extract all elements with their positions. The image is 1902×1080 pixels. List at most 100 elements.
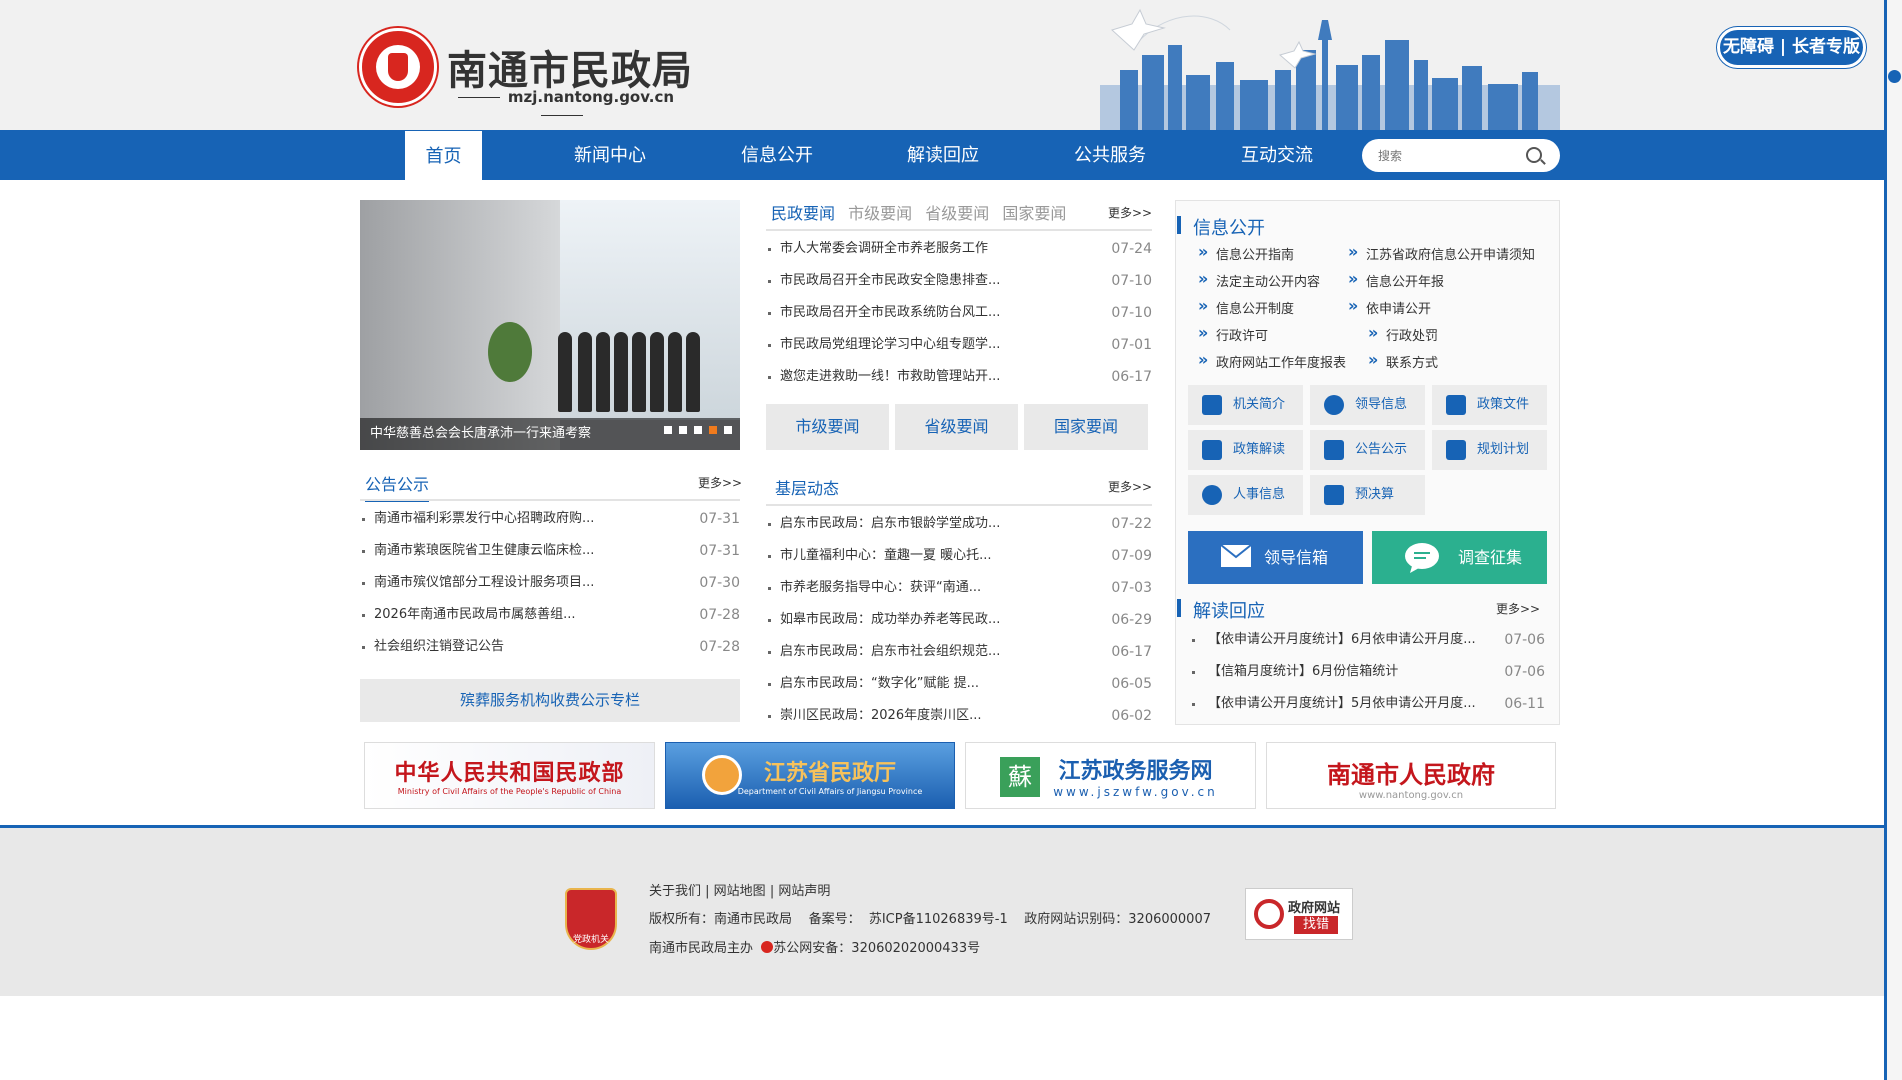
grassroots-header: 基层动态 — [775, 475, 847, 506]
list-item[interactable]: 【信箱月度统计】6月份信箱统计 07-06 — [1190, 656, 1545, 688]
info-link[interactable]: 行政处罚 — [1366, 323, 1438, 344]
policy-interpretation-button[interactable]: 政策解读 — [1188, 430, 1303, 470]
list-item[interactable]: 如皋市民政局：成功举办养老等民政... 06-29 — [766, 604, 1152, 636]
list-item[interactable]: 2026年南通市民政局市属慈善组... 07-28 — [360, 599, 740, 631]
banner-nantong-gov[interactable]: 南通市人民政府 www.nantong.gov.cn — [1266, 742, 1556, 809]
nav-item-interaction[interactable]: 互动交流 — [1227, 130, 1327, 180]
carousel-dot[interactable] — [724, 426, 732, 434]
list-item[interactable]: 南通市紫琅医院省卫生健康云临床检... 07-31 — [360, 535, 740, 567]
info-public-title[interactable]: 信息公开 — [1177, 214, 1265, 240]
list-item[interactable]: 邀您走进救助一线！市救助管理站开... 06-17 — [766, 361, 1152, 393]
tab-city-news[interactable]: 市级要闻 — [848, 200, 912, 224]
clipboard-icon — [1324, 440, 1344, 460]
info-link[interactable]: 法定主动公开内容 — [1196, 269, 1320, 290]
interpretation-more-link[interactable]: 更多>> — [1496, 600, 1540, 617]
nav-item-news-center[interactable]: 新闻中心 — [560, 130, 660, 180]
banner-jiangsu-gov-service[interactable]: 蘇 江苏政务服务网 www.jszwfw.gov.cn — [965, 742, 1256, 809]
notices-title[interactable]: 公告公示 — [365, 471, 430, 502]
policy-docs-button[interactable]: 政策文件 — [1432, 385, 1547, 425]
planning-button[interactable]: 规划计划 — [1432, 430, 1547, 470]
site-domain: mzj.nantong.gov.cn — [447, 88, 677, 124]
tab-civil-affairs-news[interactable]: 民政要闻 — [771, 200, 836, 231]
info-link[interactable]: 联系方式 — [1366, 350, 1438, 371]
city-skyline-illustration — [1100, 8, 1560, 130]
footer-copyright: 版权所有：南通市民政局 备案号： 苏ICP备11026839号-1 政府网站识别… — [649, 912, 1211, 927]
nav-item-interpretation[interactable]: 解读回应 — [893, 130, 993, 180]
search-input[interactable] — [1378, 146, 1518, 166]
footer-links: 关于我们 | 网站地图 | 网站声明 — [649, 884, 831, 899]
info-link[interactable]: 依申请公开 — [1346, 296, 1431, 317]
personnel-info-button[interactable]: 人事信息 — [1188, 475, 1303, 515]
nav-item-public-service[interactable]: 公共服务 — [1060, 130, 1160, 180]
footer-link-about[interactable]: 关于我们 — [649, 884, 701, 899]
info-link[interactable]: 信息公开年报 — [1346, 269, 1444, 290]
party-gov-badge-icon[interactable]: 党政机关 — [565, 888, 617, 950]
list-item[interactable]: 市民政局召开全市民政安全隐患排查... 07-10 — [766, 265, 1152, 297]
list-item[interactable]: 启东市民政局：启东市社会组织规范... 06-17 — [766, 636, 1152, 668]
tab-national-news[interactable]: 国家要闻 — [1002, 200, 1066, 224]
ministry-logo-icon[interactable] — [359, 28, 437, 106]
list-item[interactable]: 【依申请公开月度统计】5月依申请公开月度... 06-11 — [1190, 688, 1545, 720]
agency-intro-button[interactable]: 机关简介 — [1188, 385, 1303, 425]
list-item[interactable]: 社会组织注销登记公告 07-28 — [360, 631, 740, 663]
interpretation-title[interactable]: 解读回应 — [1177, 597, 1265, 623]
chat-bubble-icon — [1405, 543, 1439, 573]
info-link[interactable]: 江苏省政府信息公开申请须知 — [1346, 242, 1535, 263]
carousel-dot[interactable] — [679, 426, 687, 434]
list-item[interactable]: 市儿童福利中心：童趣一夏 暖心托... 07-09 — [766, 540, 1152, 572]
jiangsu-emblem-icon — [702, 755, 742, 795]
info-link[interactable]: 政府网站工作年度报表 — [1196, 350, 1346, 371]
plan-icon — [1446, 440, 1466, 460]
police-badge-icon — [761, 941, 774, 953]
grassroots-title[interactable]: 基层动态 — [775, 475, 840, 506]
funeral-fees-link[interactable]: 殡葬服务机构收费公示专栏 — [360, 679, 740, 722]
people-icon — [1202, 485, 1222, 505]
footer-link-statement[interactable]: 网站声明 — [778, 884, 830, 899]
banner-ministry-civil-affairs[interactable]: 中华人民共和国民政部 Ministry of Civil Affairs of … — [364, 742, 655, 809]
magnifier-icon — [1254, 899, 1284, 929]
budget-button[interactable]: 预决算 — [1310, 475, 1425, 515]
list-item[interactable]: 市民政局党组理论学习中心组专题学... 07-01 — [766, 329, 1152, 361]
carousel-pagination — [657, 422, 732, 438]
info-link[interactable]: 信息公开指南 — [1196, 242, 1294, 263]
notices-more-link[interactable]: 更多>> — [698, 474, 742, 491]
notices-button[interactable]: 公告公示 — [1310, 430, 1425, 470]
news-more-link[interactable]: 更多>> — [1108, 204, 1152, 221]
carousel-dot-active[interactable] — [709, 426, 717, 434]
survey-button[interactable]: 调查征集 — [1372, 531, 1547, 584]
info-link[interactable]: 行政许可 — [1196, 323, 1268, 344]
list-item[interactable]: 市养老服务指导中心：获评“南通... 07-03 — [766, 572, 1152, 604]
leader-mailbox-button[interactable]: 领导信箱 — [1188, 531, 1363, 584]
gov-site-error-report-button[interactable]: 政府网站 找错 — [1245, 888, 1353, 940]
list-item[interactable]: 崇川区民政局：2026年度崇川区... 06-02 — [766, 700, 1152, 732]
carousel-dot[interactable] — [664, 426, 672, 434]
leader-info-button[interactable]: 领导信息 — [1310, 385, 1425, 425]
carousel-dot[interactable] — [694, 426, 702, 434]
list-item[interactable]: 市民政局召开全市民政系统防台风工... 07-10 — [766, 297, 1152, 329]
search-icon[interactable] — [1526, 147, 1542, 163]
province-news-button[interactable]: 省级要闻 — [895, 404, 1018, 450]
icp-link[interactable]: 苏ICP备11026839号-1 — [869, 912, 1008, 927]
banner-jiangsu-civil-affairs[interactable]: 江苏省民政厅 Department of Civil Affairs of Ji… — [665, 742, 955, 809]
nav-item-home[interactable]: 首页 — [405, 131, 482, 181]
carousel-photo — [360, 200, 560, 450]
police-record-link[interactable]: 32060202000433号 — [851, 941, 980, 956]
list-item[interactable]: 南通市福利彩票发行中心招聘政府购... 07-31 — [360, 503, 740, 535]
list-item[interactable]: 市人大常委会调研全市养老服务工作 07-24 — [766, 233, 1152, 265]
list-item[interactable]: 【依申请公开月度统计】6月依申请公开月度... 07-06 — [1190, 624, 1545, 656]
list-item[interactable]: 启东市民政局：“数字化”赋能 提... 06-05 — [766, 668, 1152, 700]
mail-icon — [1220, 544, 1252, 567]
accessibility-elderly-button[interactable]: 无障碍 | 长者专版 — [1717, 27, 1866, 68]
list-item[interactable]: 南通市殡仪馆部分工程设计服务项目... 07-30 — [360, 567, 740, 599]
right-floating-bar[interactable] — [1884, 0, 1902, 1080]
list-item[interactable]: 启东市民政局：启东市银龄学堂成功... 07-22 — [766, 508, 1152, 540]
grassroots-more-link[interactable]: 更多>> — [1108, 478, 1152, 495]
footer-sponsor: 南通市民政局主办 苏公网安备：32060202000433号 — [649, 941, 981, 956]
news-carousel[interactable]: 中华慈善总会会长唐承沛一行来通考察 — [360, 200, 740, 450]
national-news-button[interactable]: 国家要闻 — [1024, 404, 1148, 450]
nav-item-info-public[interactable]: 信息公开 — [727, 130, 827, 180]
tab-province-news[interactable]: 省级要闻 — [925, 200, 989, 224]
footer-link-sitemap[interactable]: 网站地图 — [714, 884, 766, 899]
info-link[interactable]: 信息公开制度 — [1196, 296, 1294, 317]
city-news-button[interactable]: 市级要闻 — [766, 404, 889, 450]
